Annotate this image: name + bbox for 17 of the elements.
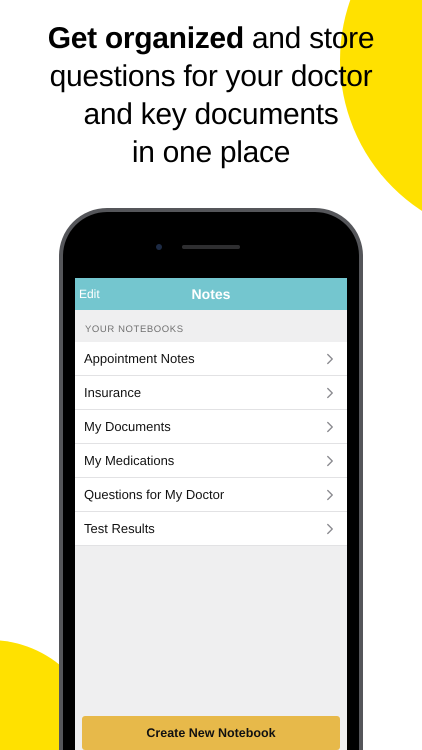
notebook-label: Insurance xyxy=(84,384,142,402)
notebook-label: Test Results xyxy=(84,520,156,538)
camera-icon xyxy=(156,244,162,250)
notebook-row[interactable]: My Documents xyxy=(75,410,347,444)
notebook-row[interactable]: Appointment Notes xyxy=(75,342,347,376)
notebook-row[interactable]: My Medications xyxy=(75,444,347,478)
notebook-label: Questions for My Doctor xyxy=(84,486,226,504)
notebook-row[interactable]: Questions for My Doctor xyxy=(75,478,347,512)
speaker-grille xyxy=(182,245,240,249)
notebook-row[interactable]: Insurance xyxy=(75,376,347,410)
notebook-label: My Documents xyxy=(84,418,172,436)
notebook-label: Appointment Notes xyxy=(84,350,196,368)
nav-title: Notes xyxy=(192,284,230,304)
section-header: YOUR NOTEBOOKS xyxy=(84,323,185,337)
notebook-label: My Medications xyxy=(84,452,176,470)
create-notebook-button[interactable]: Create New Notebook xyxy=(82,716,340,750)
notebook-row[interactable]: Test Results xyxy=(75,512,347,546)
